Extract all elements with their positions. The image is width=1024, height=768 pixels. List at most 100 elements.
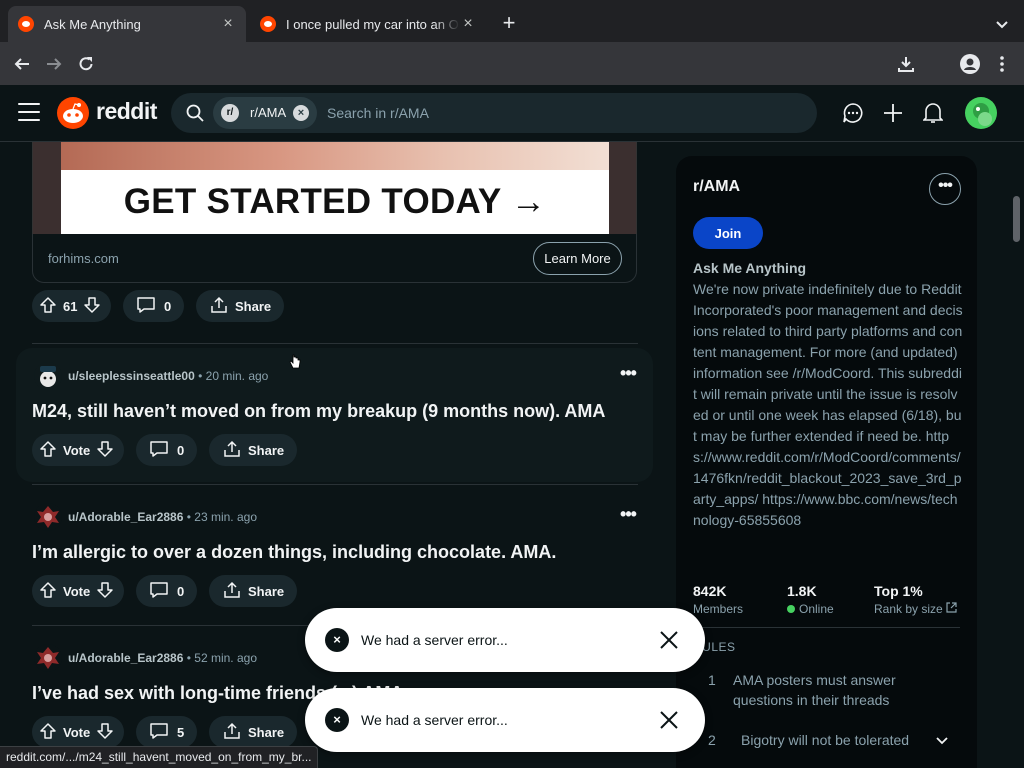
ad-image[interactable]: GET STARTED TODAY → bbox=[32, 142, 637, 234]
chip-label: r/AMA bbox=[250, 105, 287, 120]
browser-toolbar bbox=[0, 42, 1024, 85]
rule-text: Bigotry will not be tolerated bbox=[741, 732, 910, 748]
comment-icon bbox=[149, 722, 169, 743]
search-input[interactable] bbox=[327, 102, 797, 124]
meta-separator: • bbox=[198, 369, 203, 383]
rule-item[interactable]: 1 AMA posters must answer questions in t… bbox=[693, 670, 963, 710]
vote-control: 61 bbox=[32, 290, 111, 322]
post-title[interactable]: M24, still haven’t moved on from my brea… bbox=[32, 401, 605, 422]
subreddit-search-chip[interactable]: r/ r/AMA × bbox=[213, 97, 317, 129]
tab-car-story[interactable]: I once pulled my car into an O × bbox=[250, 6, 486, 42]
user-avatar[interactable] bbox=[34, 644, 62, 672]
rule-number: 1 bbox=[708, 672, 716, 688]
hand-cursor-icon bbox=[289, 354, 301, 370]
share-button[interactable]: Share bbox=[209, 434, 297, 466]
new-tab-button[interactable]: + bbox=[497, 11, 521, 35]
upvote-icon[interactable] bbox=[39, 296, 57, 317]
post-title[interactable]: I’m allergic to over a dozen things, inc… bbox=[32, 542, 556, 563]
browser-menu-icon[interactable] bbox=[990, 52, 1014, 76]
ad-footer: forhims.com Learn More bbox=[32, 234, 637, 283]
vote-label: Vote bbox=[63, 442, 91, 458]
comment-icon bbox=[149, 581, 169, 602]
reddit-wordmark[interactable]: reddit bbox=[96, 98, 157, 125]
comments-button[interactable]: 0 bbox=[136, 434, 197, 466]
post-card[interactable]: u/Adorable_Ear2886 • 23 min. ago ••• I’m… bbox=[16, 489, 653, 623]
profile-icon[interactable] bbox=[958, 52, 982, 76]
stat-label-row[interactable]: Rank by size bbox=[874, 602, 957, 616]
post-author[interactable]: u/Adorable_Ear2886 bbox=[68, 651, 183, 665]
link-status-bar: reddit.com/.../m24_still_havent_moved_on… bbox=[0, 746, 319, 768]
post-action-bar: Vote 0 Share bbox=[32, 575, 632, 607]
hamburger-menu-icon[interactable] bbox=[18, 103, 40, 121]
downvote-icon[interactable] bbox=[96, 581, 114, 602]
create-post-plus-icon[interactable] bbox=[881, 101, 905, 125]
comment-icon bbox=[149, 440, 169, 461]
user-avatar[interactable] bbox=[34, 362, 62, 390]
upvote-icon[interactable] bbox=[39, 722, 57, 743]
comment-count: 5 bbox=[177, 724, 185, 740]
stat-rank: Top 1% Rank by size bbox=[874, 583, 957, 616]
download-icon[interactable] bbox=[894, 52, 918, 76]
share-button[interactable]: Share bbox=[209, 575, 297, 607]
downvote-icon[interactable] bbox=[96, 440, 114, 461]
tab-close-icon[interactable]: × bbox=[220, 15, 236, 33]
community-description: We're now private indefinitely due to Re… bbox=[693, 281, 966, 528]
stat-value: 842K bbox=[693, 583, 727, 599]
error-icon: × bbox=[325, 708, 349, 732]
upvote-icon[interactable] bbox=[39, 581, 57, 602]
comments-button[interactable]: 0 bbox=[123, 290, 184, 322]
external-link-icon bbox=[946, 602, 957, 616]
reddit-logo-icon[interactable] bbox=[57, 97, 89, 129]
share-icon bbox=[222, 581, 242, 602]
comments-button[interactable]: 5 bbox=[136, 716, 197, 748]
chat-icon[interactable] bbox=[841, 101, 865, 125]
post-card[interactable]: u/sleeplessinseattle00 • 20 min. ago •••… bbox=[16, 348, 653, 482]
reload-icon[interactable] bbox=[74, 52, 98, 76]
close-icon[interactable] bbox=[657, 708, 681, 732]
ad-domain[interactable]: forhims.com bbox=[48, 251, 119, 266]
post-time: 52 min. ago bbox=[194, 651, 257, 665]
back-arrow-icon[interactable] bbox=[10, 52, 34, 76]
page-scrollbar[interactable] bbox=[1013, 196, 1020, 242]
tab-search-chevron-icon[interactable] bbox=[992, 14, 1012, 34]
post-author[interactable]: u/sleeplessinseattle00 bbox=[68, 369, 195, 383]
close-icon[interactable] bbox=[657, 628, 681, 652]
community-title: r/AMA bbox=[693, 178, 741, 195]
post-options-icon[interactable]: ••• bbox=[616, 364, 640, 386]
vote-control: Vote bbox=[32, 716, 124, 748]
meta-separator: • bbox=[186, 651, 191, 665]
tab-ask-me-anything[interactable]: Ask Me Anything × bbox=[8, 6, 246, 42]
share-button[interactable]: Share bbox=[196, 290, 284, 322]
downvote-icon[interactable] bbox=[83, 296, 101, 317]
join-button[interactable]: Join bbox=[693, 217, 763, 249]
search-bar[interactable]: r/ r/AMA × bbox=[171, 93, 817, 133]
chip-remove-icon[interactable]: × bbox=[293, 105, 309, 121]
share-button[interactable]: Share bbox=[209, 716, 297, 748]
downvote-icon[interactable] bbox=[96, 722, 114, 743]
upvote-icon[interactable] bbox=[39, 440, 57, 461]
tab-close-icon[interactable]: × bbox=[460, 15, 476, 33]
chevron-down-icon[interactable] bbox=[934, 732, 950, 753]
stat-label: Members bbox=[693, 602, 744, 616]
online-dot-icon bbox=[787, 605, 795, 613]
community-options-button[interactable]: ••• bbox=[929, 173, 961, 205]
rule-item[interactable]: 2 Bigotry will not be tolerated bbox=[693, 730, 963, 750]
comments-button[interactable]: 0 bbox=[136, 575, 197, 607]
error-toast: × We had a server error... bbox=[305, 608, 705, 672]
tab-title: I once pulled my car into an O bbox=[286, 16, 459, 32]
divider bbox=[693, 627, 960, 628]
notifications-bell-icon[interactable] bbox=[921, 101, 945, 125]
post-time: 23 min. ago bbox=[194, 510, 257, 524]
forward-arrow-icon[interactable] bbox=[42, 52, 66, 76]
post-options-icon[interactable]: ••• bbox=[616, 505, 640, 527]
vote-control: Vote bbox=[32, 575, 124, 607]
divider bbox=[32, 343, 638, 344]
rule-text: AMA posters must answer questions in the… bbox=[733, 672, 896, 708]
user-avatar[interactable] bbox=[965, 97, 997, 129]
stat-value: 1.8K bbox=[787, 583, 817, 599]
search-icon bbox=[185, 103, 205, 123]
learn-more-button[interactable]: Learn More bbox=[533, 242, 622, 275]
user-avatar[interactable] bbox=[34, 503, 62, 531]
ad-photo bbox=[61, 142, 609, 170]
post-author[interactable]: u/Adorable_Ear2886 bbox=[68, 510, 183, 524]
